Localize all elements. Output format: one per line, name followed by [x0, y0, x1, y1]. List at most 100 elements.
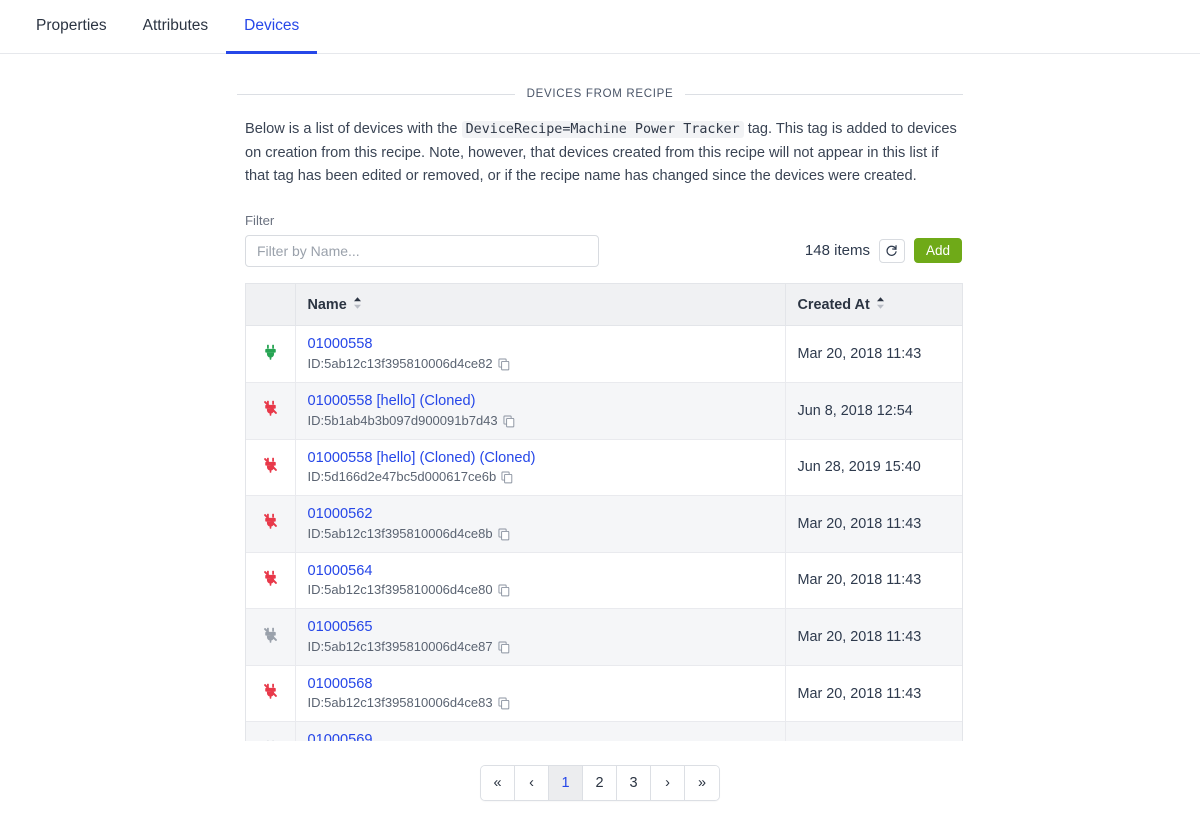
refresh-icon: [885, 244, 898, 257]
description-text-before: Below is a list of devices with the: [245, 121, 462, 137]
sort-icon[interactable]: [876, 296, 885, 314]
device-id-text: ID:5b1ab4b3b097d900091b7d43: [307, 412, 498, 428]
device-recipe-tag-code: DeviceRecipe=Machine Power Tracker: [461, 121, 744, 138]
device-name-cell: 01000562 ID:5ab12c13f395810006d4ce8b: [295, 495, 786, 553]
table-toolbar: 148 items Add: [804, 238, 963, 264]
table-row[interactable]: 01000564 ID:5ab12c13f395810006d4ce80 Mar 2…: [246, 552, 962, 610]
table-row[interactable]: 01000562 ID:5ab12c13f395810006d4ce8b Mar 2…: [246, 495, 962, 553]
pagination-next[interactable]: ›: [651, 765, 685, 800]
copy-icon[interactable]: [498, 358, 510, 371]
device-name-link[interactable]: 01000558 [hello] (Cloned): [308, 392, 773, 411]
device-status-cell: [246, 608, 296, 666]
pagination-page-2[interactable]: 2: [583, 765, 617, 800]
filter-row: 148 items Add: [245, 234, 963, 267]
device-name-link[interactable]: 01000568: [308, 675, 773, 694]
table-row[interactable]: 01000565 ID:5ab12c13f395810006d4ce87 Mar 2…: [246, 608, 962, 666]
pagination-prev[interactable]: ‹: [515, 765, 549, 800]
device-name-cell: 01000558 [hello] (Cloned) ID:5b1ab4b3b097…: [295, 382, 786, 440]
device-name-cell: 01000558 [hello] (Cloned) (Cloned) ID:5d1…: [295, 439, 786, 497]
plug-disconnected-icon: [263, 514, 278, 533]
tab-attributes-label: Attributes: [142, 16, 209, 34]
device-name-cell: 01000564 ID:5ab12c13f395810006d4ce80: [295, 552, 786, 610]
device-name-link[interactable]: 01000558: [308, 335, 773, 354]
device-created-at-cell: Jun 28, 2019 15:40: [785, 439, 962, 497]
pagination-first[interactable]: «: [481, 765, 515, 800]
refresh-button[interactable]: [878, 238, 905, 263]
device-name-cell: 01000565 ID:5ab12c13f395810006d4ce87: [295, 608, 786, 666]
device-id-row: ID:5ab12c13f395810006d4ce83: [308, 695, 773, 712]
device-id-text: ID:5ab12c13f395810006d4ce80: [307, 582, 493, 598]
legend-rule-left: [237, 93, 515, 95]
tab-properties-label: Properties: [36, 16, 107, 34]
plug-disconnected-icon: [263, 570, 278, 590]
table-row[interactable]: 01000558 [hello] (Cloned) (Cloned) ID:5d1…: [246, 439, 962, 497]
tab-bar: Properties Attributes Devices: [0, 0, 1200, 54]
devices-table-container: Name Created At 01000558 ID:5ab12c13f395…: [245, 282, 963, 741]
table-row[interactable]: 01000568 ID:5ab12c13f395810006d4ce83 Mar 2…: [246, 665, 962, 723]
devices-table: Name Created At 01000558 ID:5ab12c13f395…: [246, 283, 962, 741]
plug-disconnected-icon: [263, 457, 278, 477]
column-header-created-at-label: Created At: [797, 296, 870, 313]
pagination: « ‹ 1 2 3 › »: [480, 764, 720, 801]
device-name-cell: 01000569ID:5ab12c13f395810006d4ce84: [295, 721, 786, 741]
device-created-at-cell: Mar 20, 2018 11:43: [785, 665, 962, 723]
device-id-text: ID:5d166d2e47bc5d000617ce6b: [307, 469, 497, 485]
copy-icon[interactable]: [498, 641, 510, 654]
device-status-cell: [246, 325, 296, 383]
pagination-page-3[interactable]: 3: [617, 765, 651, 800]
legend-rule-right: [685, 93, 964, 95]
device-id-text: ID:5ab12c13f395810006d4ce83: [307, 695, 493, 711]
table-row[interactable]: 01000569ID:5ab12c13f395810006d4ce84Mar 2…: [246, 721, 962, 741]
plug-disconnected-icon: [263, 683, 278, 703]
pagination-last[interactable]: »: [685, 765, 719, 800]
column-header-name[interactable]: Name: [295, 283, 786, 327]
copy-icon[interactable]: [503, 415, 515, 428]
device-created-at-cell: Mar 20, 2018 11:43: [785, 608, 962, 666]
filter-label: Filter: [245, 212, 275, 228]
copy-icon[interactable]: [501, 471, 513, 484]
add-button[interactable]: Add: [913, 238, 962, 264]
sort-icon[interactable]: [353, 296, 362, 314]
table-header-row: Name Created At: [246, 283, 962, 327]
pagination-wrapper: « ‹ 1 2 3 › »: [237, 764, 963, 801]
device-id-row: ID:5ab12c13f395810006d4ce80: [308, 582, 773, 599]
device-name-link[interactable]: 01000558 [hello] (Cloned) (Cloned): [308, 449, 773, 468]
device-id-row: ID:5ab12c13f395810006d4ce8b: [308, 526, 773, 543]
device-name-link[interactable]: 01000565: [308, 618, 773, 637]
copy-icon[interactable]: [498, 697, 510, 710]
device-status-cell: [246, 382, 296, 440]
tab-attributes[interactable]: Attributes: [125, 0, 226, 54]
pagination-page-1[interactable]: 1: [549, 765, 583, 800]
device-name-cell: 01000558 ID:5ab12c13f395810006d4ce82: [295, 325, 786, 383]
device-id-row: ID:5ab12c13f395810006d4ce82: [308, 356, 773, 373]
column-header-status: [246, 283, 296, 327]
plug-connected-icon: [263, 344, 278, 364]
tab-properties[interactable]: Properties: [18, 0, 125, 54]
table-row[interactable]: 01000558 [hello] (Cloned) ID:5b1ab4b3b097…: [246, 382, 962, 440]
device-id-row: ID:5b1ab4b3b097d900091b7d43: [308, 413, 773, 430]
devices-table-head: Name Created At: [246, 283, 962, 327]
devices-table-body: 01000558 ID:5ab12c13f395810006d4ce82 Mar 2…: [246, 325, 962, 741]
device-id-text: ID:5ab12c13f395810006d4ce87: [307, 638, 493, 654]
device-created-at-cell: Mar 20, 2018 11:43: [785, 325, 962, 383]
device-status-cell: [246, 495, 296, 553]
tab-devices[interactable]: Devices: [226, 0, 318, 54]
filter-input[interactable]: [245, 234, 599, 267]
tab-devices-label: Devices: [244, 16, 300, 34]
plug-disconnected-icon: [263, 401, 278, 420]
device-name-link[interactable]: 01000562: [308, 505, 773, 524]
device-id-row: ID:5d166d2e47bc5d000617ce6b: [308, 469, 773, 486]
section-description: Below is a list of devices with the Devi…: [245, 118, 963, 189]
items-count-label: 148 items: [804, 242, 870, 260]
device-created-at-cell: Mar 20, 2018 11:43: [785, 552, 962, 610]
column-header-created-at[interactable]: Created At: [785, 283, 962, 327]
device-id-text: ID:5ab12c13f395810006d4ce82: [307, 356, 493, 372]
column-header-name-label: Name: [307, 296, 347, 313]
device-name-link[interactable]: 01000569: [308, 731, 773, 741]
device-created-at-cell: Jun 8, 2018 12:54: [785, 382, 962, 440]
table-row[interactable]: 01000558 ID:5ab12c13f395810006d4ce82 Mar 2…: [246, 325, 962, 383]
copy-icon[interactable]: [498, 528, 510, 541]
device-name-link[interactable]: 01000564: [308, 562, 773, 581]
copy-icon[interactable]: [498, 584, 510, 597]
section-legend-label: DEVICES FROM RECIPE: [526, 88, 674, 100]
